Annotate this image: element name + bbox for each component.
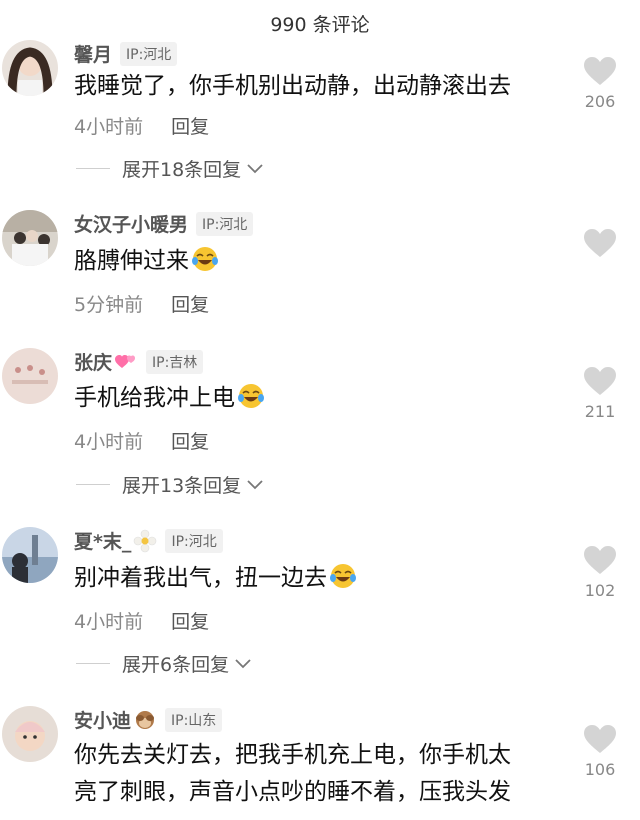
divider-line [76, 663, 110, 664]
username[interactable]: 张庆 [74, 348, 112, 375]
like-count: 106 [584, 760, 616, 779]
tears-of-joy-emoji [192, 247, 218, 271]
avatar[interactable] [2, 348, 58, 404]
divider-line [76, 168, 110, 169]
comment-line: 手机给我冲上电 [74, 385, 235, 411]
username[interactable]: 女汉子小暖男 [74, 210, 188, 237]
comment-text: 我睡觉了，你手机别出动静，出动静滚出去 [74, 68, 564, 105]
comment-time: 5分钟前 [74, 294, 144, 316]
reply-button[interactable]: 回复 [171, 427, 209, 454]
comment-time: 4小时前 [74, 431, 144, 453]
chevron-down-icon [235, 658, 251, 668]
username[interactable]: 夏*末_ [74, 527, 131, 554]
tears-of-joy-emoji [330, 564, 356, 588]
ip-location-badge: IP:河北 [196, 211, 254, 236]
reply-button[interactable]: 回复 [171, 112, 209, 139]
ip-location-badge: IP:吉林 [146, 349, 204, 374]
expand-replies-label: 展开6条回复 [122, 654, 230, 676]
comment-count-title: 990 条评论 [270, 14, 370, 36]
like-button[interactable]: 102 [580, 545, 620, 600]
expand-replies-button[interactable]: 展开18条回复 [76, 155, 263, 182]
like-count: 211 [584, 402, 616, 421]
avatar[interactable] [2, 706, 58, 762]
heart-icon [584, 725, 616, 753]
blossom-emoji [134, 529, 157, 552]
comment-line: 我睡觉了，你手机别出动静，出动静滚出去 [74, 73, 511, 99]
like-count: 102 [584, 581, 616, 600]
like-button[interactable] [580, 228, 620, 258]
ip-location-badge: IP:山东 [165, 707, 223, 732]
tears-of-joy-emoji [238, 384, 264, 408]
heart-icon [584, 229, 616, 257]
see-no-evil-monkey-emoji [136, 710, 155, 729]
like-button[interactable]: 206 [580, 56, 620, 111]
divider-line [76, 484, 110, 485]
comment-text: 你先去关灯去，把我手机充上电，你手机太 亮了刺眼，声音小点吵的睡不着，压我头发 [74, 737, 564, 811]
comment-line: 你先去关灯去，把我手机充上电，你手机太 [74, 742, 511, 768]
ip-location-badge: IP:河北 [165, 528, 223, 553]
username[interactable]: 安小迪 [74, 706, 131, 733]
ip-location-badge: IP:河北 [120, 41, 178, 66]
chevron-down-icon [247, 479, 263, 489]
avatar[interactable] [2, 210, 58, 266]
comment-text: 胳膊伸过来 [74, 243, 564, 280]
reply-button[interactable]: 回复 [171, 607, 209, 634]
reply-button[interactable]: 回复 [171, 290, 209, 317]
expand-replies-button[interactable]: 展开13条回复 [76, 471, 263, 498]
avatar[interactable] [2, 527, 58, 583]
comment-time: 4小时前 [74, 611, 144, 633]
comment-text: 手机给我冲上电 [74, 380, 564, 417]
expand-replies-label: 展开13条回复 [122, 475, 242, 497]
comment-text: 别冲着我出气，扭一边去 [74, 560, 564, 597]
expand-replies-label: 展开18条回复 [122, 159, 242, 181]
like-button[interactable]: 106 [580, 724, 620, 779]
heart-icon [584, 367, 616, 395]
avatar[interactable] [2, 40, 58, 96]
heart-icon [584, 57, 616, 85]
username[interactable]: 馨月 [74, 40, 112, 67]
chevron-down-icon [247, 163, 263, 173]
two-hearts-emoji [115, 354, 136, 368]
heart-icon [584, 546, 616, 574]
comment-line: 亮了刺眼，声音小点吵的睡不着，压我头发 [74, 779, 511, 805]
like-count: 206 [584, 92, 616, 111]
like-button[interactable]: 211 [580, 366, 620, 421]
comment-line: 胳膊伸过来 [74, 248, 189, 274]
expand-replies-button[interactable]: 展开6条回复 [76, 650, 251, 677]
comment-line: 别冲着我出气，扭一边去 [74, 565, 327, 591]
comment-time: 4小时前 [74, 116, 144, 138]
